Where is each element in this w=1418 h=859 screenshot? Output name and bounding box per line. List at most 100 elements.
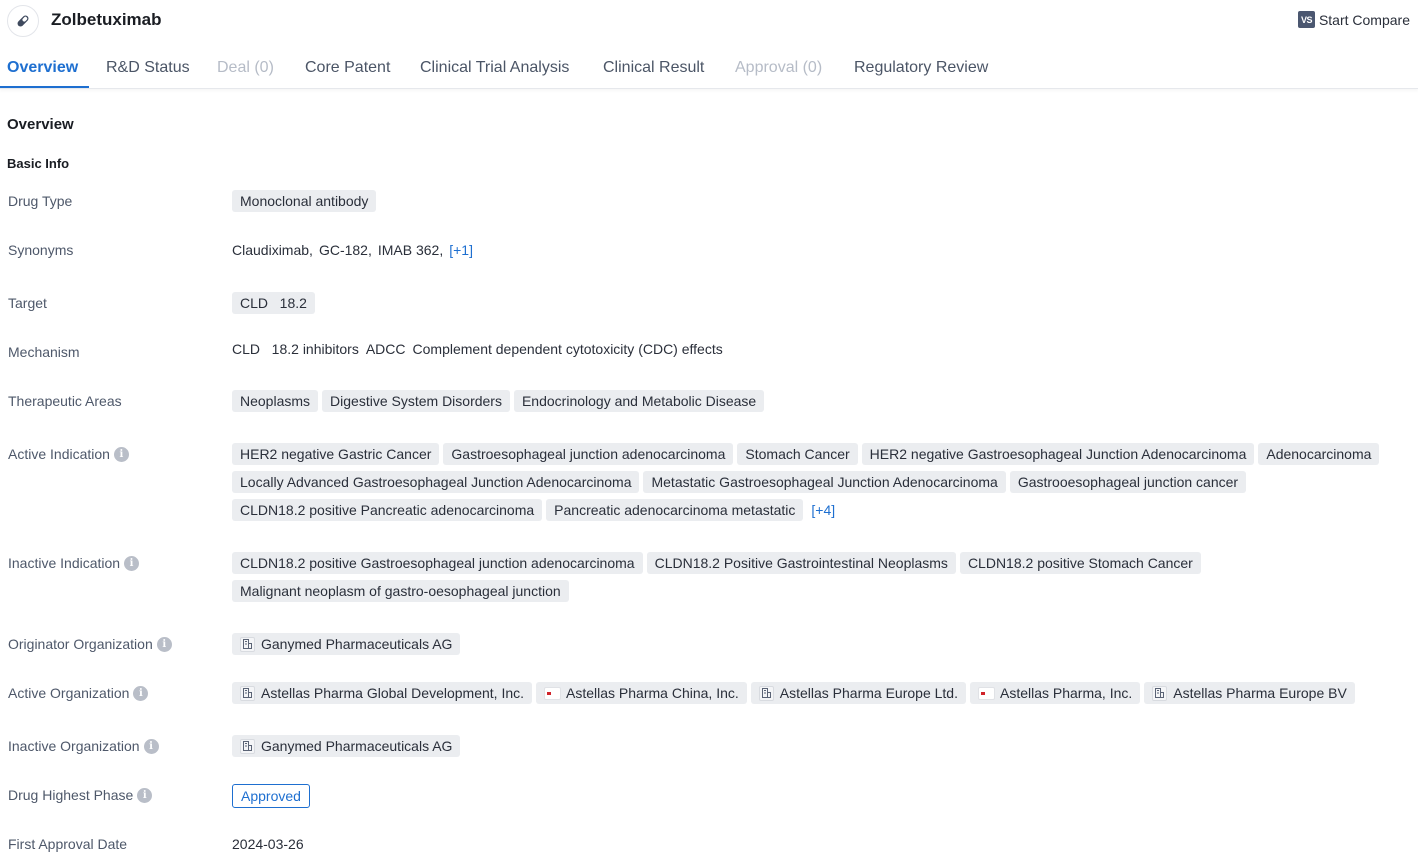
synonyms-label: Synonyms: [8, 242, 73, 258]
org-name: Ganymed Pharmaceuticals AG: [261, 636, 453, 652]
tab-regulatory-review[interactable]: Regulatory Review: [854, 59, 988, 77]
info-icon[interactable]: i: [137, 787, 153, 803]
start-compare-label: Start Compare: [1318, 11, 1410, 28]
tab-approval[interactable]: Approval (0): [735, 59, 822, 77]
target-value: CLD 18.2: [232, 292, 1402, 314]
indication-tag[interactable]: CLDN18.2 Positive Gastrointestinal Neopl…: [646, 552, 956, 574]
target-label: Target: [8, 295, 47, 311]
highest-phase-value: Approved: [232, 784, 1402, 808]
mechanism-label-text: Mechanism: [8, 344, 80, 360]
drug-type-tag[interactable]: Monoclonal antibody: [232, 190, 377, 212]
org-tag[interactable]: Astellas Pharma Europe Ltd.: [750, 682, 966, 704]
tab-clinical-trial-analysis[interactable]: Clinical Trial Analysis: [420, 59, 569, 77]
org-name: Astellas Pharma Global Development, Inc.: [261, 685, 525, 701]
originator-org-label-text: Originator Organization: [8, 636, 153, 652]
org-tag[interactable]: Astellas Pharma Global Development, Inc.: [232, 682, 533, 704]
inactive-indication-label-text: Inactive Indication: [8, 555, 121, 571]
building-icon: [240, 685, 255, 701]
synonym: GC-182,: [318, 242, 372, 258]
synonym: Claudiximab,: [232, 242, 313, 258]
info-icon[interactable]: i: [124, 555, 140, 571]
indication-tag[interactable]: Locally Advanced Gastroesophageal Juncti…: [232, 471, 640, 493]
mechanism-value: CLD 18.2 inhibitors ADCC Complement depe…: [232, 338, 1402, 360]
inactive-indication-value: CLDN18.2 positive Gastroesophageal junct…: [232, 552, 1402, 602]
indication-tag[interactable]: HER2 negative Gastric Cancer: [232, 443, 440, 465]
indication-tag[interactable]: Metastatic Gastroesophageal Junction Ade…: [643, 471, 1006, 493]
active-org-label: Active Organization i: [8, 685, 149, 701]
info-icon[interactable]: i: [156, 636, 172, 652]
first-approval-date: 2024-03-26: [232, 836, 304, 852]
drug-title: Zolbetuximab: [51, 10, 162, 29]
org-name: Astellas Pharma, Inc.: [999, 685, 1133, 701]
first-approval-date-label: First Approval Date: [8, 836, 127, 852]
building-icon: [240, 738, 255, 754]
tab-overview[interactable]: Overview: [7, 59, 78, 77]
inactive-indication-label: Inactive Indication i: [8, 555, 140, 571]
synonym: IMAB 362,: [377, 242, 444, 258]
mechanism-item: ADCC: [365, 341, 406, 357]
info-icon[interactable]: i: [133, 685, 149, 701]
synonyms-value: Claudiximab, GC-182, IMAB 362, [+1]: [232, 239, 1402, 261]
page-header: Zolbetuximab VS Start Compare: [0, 0, 1418, 42]
therapeutic-areas-label: Therapeutic Areas: [8, 393, 122, 409]
org-tag[interactable]: Astellas Pharma Europe BV: [1144, 682, 1355, 704]
org-tag[interactable]: Astellas Pharma, Inc.: [969, 682, 1141, 704]
target-tag[interactable]: CLD 18.2: [232, 292, 315, 314]
tab-rd-status[interactable]: R&D Status: [106, 59, 190, 77]
indication-tag[interactable]: Gastrooesophageal junction cancer: [1009, 471, 1247, 493]
indication-tag[interactable]: Stomach Cancer: [737, 443, 858, 465]
active-tab-indicator: [0, 86, 89, 88]
indication-tag[interactable]: CLDN18.2 positive Gastroesophageal junct…: [232, 552, 643, 574]
tab-bar: Overview R&D Status Deal (0) Core Patent…: [0, 48, 1418, 89]
tab-deal[interactable]: Deal (0): [217, 59, 274, 77]
vs-icon: VS: [1297, 11, 1315, 28]
indication-tag[interactable]: Malignant neoplasm of gastro-oesophageal…: [232, 580, 569, 602]
drug-type-label: Drug Type: [8, 193, 72, 209]
tab-clinical-result[interactable]: Clinical Result: [603, 59, 704, 77]
mechanism-item: CLD 18.2 inhibitors: [232, 341, 359, 357]
org-tag[interactable]: Astellas Pharma China, Inc.: [536, 682, 747, 704]
active-org-value: Astellas Pharma Global Development, Inc.…: [232, 682, 1402, 704]
therapeutic-area-tag[interactable]: Endocrinology and Metabolic Disease: [513, 390, 765, 412]
company-logo-icon: [977, 686, 995, 700]
therapeutic-areas-label-text: Therapeutic Areas: [8, 393, 122, 409]
synonyms-more-link[interactable]: [+1]: [449, 239, 473, 261]
indication-tag[interactable]: CLDN18.2 positive Pancreatic adenocarcin…: [232, 499, 543, 521]
info-icon[interactable]: i: [143, 738, 159, 754]
inactive-org-label-text: Inactive Organization: [8, 738, 140, 754]
originator-org-label: Originator Organization i: [8, 636, 172, 652]
therapeutic-area-tag[interactable]: Digestive System Disorders: [322, 390, 510, 412]
indication-tag[interactable]: Pancreatic adenocarcinoma metastatic: [546, 499, 804, 521]
highest-phase-label: Drug Highest Phase i: [8, 787, 153, 803]
org-tag[interactable]: Ganymed Pharmaceuticals AG: [232, 633, 461, 655]
org-name: Astellas Pharma Europe BV: [1173, 685, 1347, 701]
indication-tag[interactable]: CLDN18.2 positive Stomach Cancer: [959, 552, 1201, 574]
org-name: Astellas Pharma China, Inc.: [566, 685, 739, 701]
company-logo-icon: [544, 686, 562, 700]
active-indication-more-link[interactable]: [+4]: [811, 499, 835, 521]
active-indication-label: Active Indication i: [8, 446, 129, 462]
indication-tag[interactable]: Adenocarcinoma: [1258, 443, 1380, 465]
building-icon: [1152, 685, 1168, 701]
inactive-org-label: Inactive Organization i: [8, 738, 159, 754]
indication-tag[interactable]: Gastroesophageal junction adenocarcinoma: [443, 443, 734, 465]
pill-icon: [7, 5, 39, 37]
highest-phase-label-text: Drug Highest Phase: [8, 787, 134, 803]
org-name: Astellas Pharma Europe Ltd.: [779, 685, 958, 701]
tab-core-patent[interactable]: Core Patent: [305, 59, 390, 77]
active-indication-label-text: Active Indication: [8, 446, 110, 462]
mechanism-label: Mechanism: [8, 344, 80, 360]
active-org-label-text: Active Organization: [8, 685, 130, 701]
building-icon: [758, 685, 774, 701]
phase-badge: Approved: [232, 784, 310, 808]
active-indication-value: HER2 negative Gastric Cancer Gastroesoph…: [232, 443, 1402, 521]
synonyms-label-text: Synonyms: [8, 242, 74, 258]
section-title: Overview: [7, 116, 74, 133]
therapeutic-area-tag[interactable]: Neoplasms: [232, 390, 319, 412]
org-tag[interactable]: Ganymed Pharmaceuticals AG: [232, 735, 461, 757]
info-icon[interactable]: i: [113, 446, 129, 462]
mechanism-item: Complement dependent cytotoxicity (CDC) …: [412, 341, 723, 357]
indication-tag[interactable]: HER2 negative Gastroesophageal Junction …: [861, 443, 1255, 465]
start-compare-button[interactable]: VS Start Compare: [1297, 11, 1410, 28]
drug-type-value: Monoclonal antibody: [232, 190, 1402, 212]
